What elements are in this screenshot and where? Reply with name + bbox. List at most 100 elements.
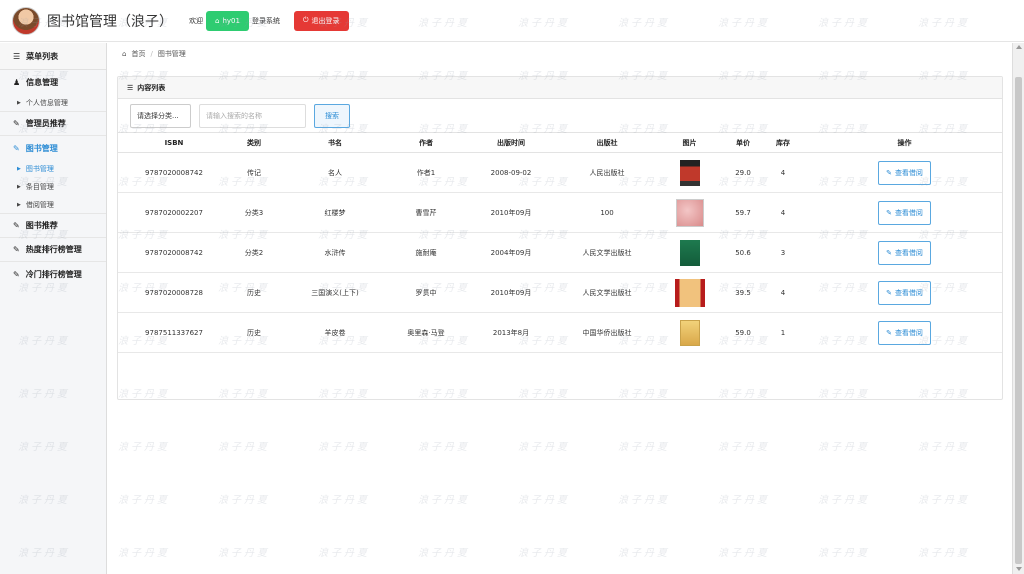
- table-header-row: ISBN 类别 书名 作者 出版时间 出版社 图片 单价 库存 操作: [118, 132, 1002, 153]
- user-button[interactable]: ⌂ hy01: [206, 10, 249, 31]
- search-input[interactable]: [199, 103, 306, 128]
- logout-button[interactable]: ⏻ 退出登录: [293, 10, 349, 31]
- triangle-right-icon: ▶: [17, 166, 21, 172]
- home-icon: ⌂: [215, 16, 220, 25]
- publisher-cell: 人民出版社: [562, 152, 652, 193]
- sidebar-item-label: 图书推荐: [25, 221, 58, 230]
- view-borrow-button[interactable]: ✎ 查看借阅: [878, 160, 931, 185]
- sidebar-item-admin-recommend[interactable]: ✎ 管理员推荐: [0, 112, 106, 136]
- isbn-cell: 9787511337627: [118, 312, 230, 353]
- column-header: 出版社: [562, 132, 652, 153]
- sidebar-subitem-book-manage[interactable]: ▶ 图书管理: [0, 160, 106, 178]
- book-cover-image: [674, 278, 705, 307]
- view-borrow-label: 查看借阅: [894, 208, 923, 217]
- scroll-down-icon[interactable]: [1016, 567, 1022, 571]
- sidebar-subitem-label: 个人信息管理: [25, 98, 68, 107]
- search-button[interactable]: 搜索: [314, 103, 350, 128]
- breadcrumb-home[interactable]: 首页: [131, 49, 145, 59]
- search-toolbar: 请选择分类... 搜索: [118, 99, 1002, 132]
- sidebar-subitem-label: 条目管理: [25, 183, 54, 191]
- table-row: 9787020008742 分类2 水浒传 施耐庵 2004年09月 人民文学出…: [118, 232, 1002, 273]
- column-header: 图片: [652, 132, 727, 153]
- stock-cell: 4: [759, 272, 807, 313]
- book-cover-image: [679, 319, 700, 346]
- category-cell: 分类2: [230, 232, 278, 273]
- content-panel: ☰ 内容列表 请选择分类... 搜索 ISBN 类别 书名 作者 出版时间 出版…: [117, 76, 1003, 400]
- table-row: 9787020008742 传记 名人 作者1 2008-09-02 人民出版社…: [118, 152, 1002, 193]
- view-borrow-button[interactable]: ✎ 查看借阅: [878, 200, 931, 225]
- view-borrow-label: 查看借阅: [894, 168, 923, 177]
- table-row: 9787020008728 历史 三国演义(上下) 罗贯中 2010年09月 人…: [118, 272, 1002, 313]
- view-borrow-label: 查看借阅: [894, 328, 923, 337]
- isbn-cell: 9787020002207: [118, 192, 230, 233]
- price-cell: 50.6: [727, 232, 759, 273]
- action-cell: ✎ 查看借阅: [807, 192, 1002, 233]
- sidebar-item-label: 热度排行榜管理: [25, 245, 82, 254]
- home-icon: ⌂: [122, 50, 127, 58]
- image-cell: [652, 192, 727, 233]
- price-cell: 29.0: [727, 152, 759, 193]
- image-cell: [652, 152, 727, 193]
- stock-cell: 1: [759, 312, 807, 353]
- top-header: 图书馆管理（浪子） 欢迎 ⌂ hy01 登录系统 ⏻ 退出登录: [0, 0, 1024, 42]
- column-header: 库存: [759, 132, 807, 153]
- avatar: [12, 6, 40, 35]
- date-cell: 2013年8月: [460, 312, 562, 353]
- sidebar-subitem-borrow[interactable]: ▶ 借阅管理: [0, 196, 106, 214]
- author-cell: 奥里森·马登: [392, 312, 460, 353]
- sidebar-subitem-entry[interactable]: ▶ 条目管理: [0, 178, 106, 196]
- author-cell: 施耐庵: [392, 232, 460, 273]
- column-header: 类别: [230, 132, 278, 153]
- sidebar-subitem-personal[interactable]: ▶ 个人信息管理: [0, 94, 106, 112]
- table-row: 9787020002207 分类3 红楼梦 曹雪芹 2010年09月 100 5…: [118, 192, 1002, 233]
- action-cell: ✎ 查看借阅: [807, 232, 1002, 273]
- column-header: 单价: [727, 132, 759, 153]
- view-borrow-button[interactable]: ✎ 查看借阅: [878, 320, 931, 345]
- stock-cell: 4: [759, 192, 807, 233]
- sidebar-item-label: 管理员推荐: [25, 119, 66, 128]
- category-cell: 传记: [230, 152, 278, 193]
- book-cover-image: [679, 159, 700, 186]
- sidebar-item-label: 冷门排行榜管理: [25, 269, 82, 279]
- edit-icon: ✎: [13, 143, 20, 153]
- book-cover-image: [675, 198, 704, 227]
- triangle-right-icon: ▶: [17, 99, 21, 106]
- edit-icon: ✎: [886, 168, 892, 177]
- sidebar-item-book-manage[interactable]: ✎ 图书管理: [0, 136, 106, 160]
- view-borrow-button[interactable]: ✎ 查看借阅: [878, 240, 931, 265]
- price-cell: 59.7: [727, 192, 759, 233]
- scroll-up-icon[interactable]: [1016, 45, 1022, 49]
- table-row: 9787511337627 历史 羊皮卷 奥里森·马登 2013年8月 中国华侨…: [118, 312, 1002, 353]
- image-cell: [652, 312, 727, 353]
- sidebar-item-hot-ranking[interactable]: ✎ 热度排行榜管理: [0, 238, 106, 262]
- view-borrow-button[interactable]: ✎ 查看借阅: [878, 280, 931, 305]
- stock-cell: 3: [759, 232, 807, 273]
- action-cell: ✎ 查看借阅: [807, 152, 1002, 193]
- welcome-text: 欢迎: [189, 16, 203, 25]
- user-icon: ♟: [13, 77, 21, 87]
- sidebar-subitem-label: 图书管理: [25, 165, 54, 173]
- vertical-scrollbar[interactable]: [1012, 43, 1024, 574]
- price-cell: 59.0: [727, 312, 759, 353]
- scroll-thumb[interactable]: [1015, 77, 1022, 564]
- price-cell: 39.5: [727, 272, 759, 313]
- power-icon: ⏻: [302, 16, 309, 24]
- image-cell: [652, 272, 727, 313]
- breadcrumb-current: 图书管理: [157, 50, 186, 58]
- edit-icon: ✎: [13, 269, 20, 279]
- column-header: 操作: [807, 132, 1002, 153]
- sidebar-item-book-recommend[interactable]: ✎ 图书推荐: [0, 214, 106, 238]
- column-header: 书名: [278, 132, 392, 153]
- sidebar-item-cold-ranking[interactable]: ✎ 冷门排行榜管理: [0, 262, 106, 286]
- triangle-right-icon: ▶: [17, 184, 21, 190]
- column-header: 出版时间: [460, 132, 562, 153]
- edit-icon: ✎: [13, 119, 20, 128]
- sidebar-item-info[interactable]: ♟ 信息管理: [0, 70, 106, 94]
- action-cell: ✎ 查看借阅: [807, 312, 1002, 353]
- sidebar-item-label: 图书管理: [25, 143, 58, 153]
- category-select[interactable]: 请选择分类...: [130, 103, 191, 128]
- edit-icon: ✎: [886, 248, 892, 257]
- logout-label: 退出登录: [311, 16, 340, 25]
- isbn-cell: 9787020008742: [118, 152, 230, 193]
- edit-icon: ✎: [886, 328, 892, 337]
